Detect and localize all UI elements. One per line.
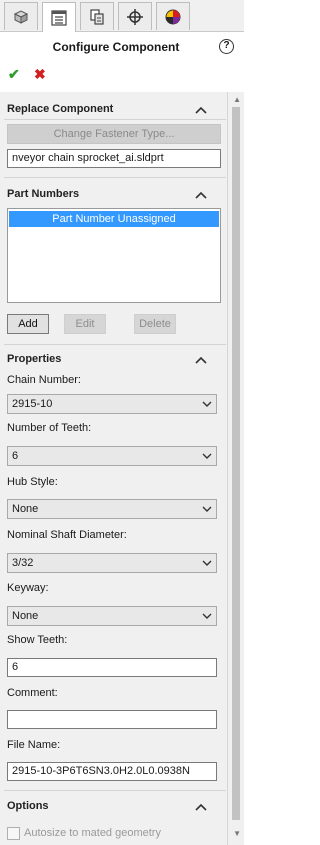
chevron-down-icon <box>202 401 212 407</box>
chain-number-label: Chain Number: <box>7 374 81 386</box>
section-divider <box>4 119 226 120</box>
section-divider <box>4 344 226 345</box>
dimxpert-icon <box>127 8 143 25</box>
autosize-label: Autosize to mated geometry <box>24 827 161 839</box>
chain-number-value: 2915-10 <box>12 398 53 410</box>
section-title-options: Options <box>7 800 49 812</box>
comment-field[interactable] <box>7 710 217 729</box>
keyway-value: None <box>12 610 39 622</box>
number-of-teeth-value: 6 <box>12 450 19 462</box>
show-teeth-field[interactable]: 6 <box>7 658 217 677</box>
delete-button[interactable]: Delete <box>134 314 176 334</box>
property-panel: Replace Component Change Fastener Type..… <box>0 92 228 845</box>
display-manager-icon <box>165 9 181 24</box>
collapse-chevron-icon[interactable] <box>195 355 207 365</box>
cancel-x-icon[interactable]: ✖ <box>34 66 46 83</box>
keyway-select[interactable]: None <box>7 606 217 626</box>
help-icon[interactable]: ? <box>219 39 234 54</box>
part-number-list[interactable]: Part Number Unassigned <box>7 208 221 303</box>
property-manager-icon <box>51 9 67 26</box>
list-item-selected[interactable]: Part Number Unassigned <box>9 211 219 227</box>
section-divider <box>4 790 226 791</box>
section-divider <box>4 177 226 178</box>
nominal-shaft-diameter-label: Nominal Shaft Diameter: <box>7 529 127 541</box>
add-button[interactable]: Add <box>7 314 49 334</box>
scroll-down-arrow-icon[interactable]: ▼ <box>233 829 241 838</box>
tab-display-manager[interactable] <box>156 2 190 30</box>
autosize-checkbox[interactable] <box>7 827 20 840</box>
chevron-down-icon <box>202 560 212 566</box>
feature-manager-icon <box>13 9 29 24</box>
file-name-label: File Name: <box>7 739 61 751</box>
property-manager-header: Configure Component ? ✔ ✖ <box>0 33 244 91</box>
number-of-teeth-select[interactable]: 6 <box>7 446 217 466</box>
hub-style-value: None <box>12 503 39 515</box>
tab-feature-manager[interactable] <box>4 2 38 30</box>
collapse-chevron-icon[interactable] <box>195 802 207 812</box>
section-title-replace-component: Replace Component <box>7 103 114 115</box>
number-of-teeth-label: Number of Teeth: <box>7 422 92 434</box>
hub-style-label: Hub Style: <box>7 476 58 488</box>
file-name-field[interactable]: 2915-10-3P6T6SN3.0H2.0L0.0938N <box>7 762 217 781</box>
ok-checkmark-icon[interactable]: ✔ <box>8 66 20 83</box>
section-title-part-numbers: Part Numbers <box>7 188 80 200</box>
comment-label: Comment: <box>7 687 58 699</box>
tab-property-manager[interactable] <box>42 2 76 32</box>
component-file-field[interactable]: nveyor chain sprocket_ai.sldprt <box>7 149 221 168</box>
configuration-manager-icon <box>90 8 104 25</box>
chain-number-select[interactable]: 2915-10 <box>7 394 217 414</box>
manager-tab-bar <box>0 0 244 32</box>
hub-style-select[interactable]: None <box>7 499 217 519</box>
scrollbar-thumb[interactable] <box>232 107 240 820</box>
edit-button[interactable]: Edit <box>64 314 106 334</box>
collapse-chevron-icon[interactable] <box>195 105 207 115</box>
page-title: Configure Component <box>52 40 180 54</box>
chevron-down-icon <box>202 613 212 619</box>
nominal-shaft-diameter-select[interactable]: 3/32 <box>7 553 217 573</box>
change-fastener-type-button[interactable]: Change Fastener Type... <box>7 124 221 144</box>
chevron-down-icon <box>202 453 212 459</box>
collapse-chevron-icon[interactable] <box>195 190 207 200</box>
show-teeth-label: Show Teeth: <box>7 634 68 646</box>
chevron-down-icon <box>202 506 212 512</box>
scroll-up-arrow-icon[interactable]: ▲ <box>233 95 241 104</box>
section-title-properties: Properties <box>7 353 62 365</box>
keyway-label: Keyway: <box>7 582 49 594</box>
tab-configuration-manager[interactable] <box>80 2 114 30</box>
nominal-shaft-diameter-value: 3/32 <box>12 557 34 569</box>
tab-dimxpert[interactable] <box>118 2 152 30</box>
